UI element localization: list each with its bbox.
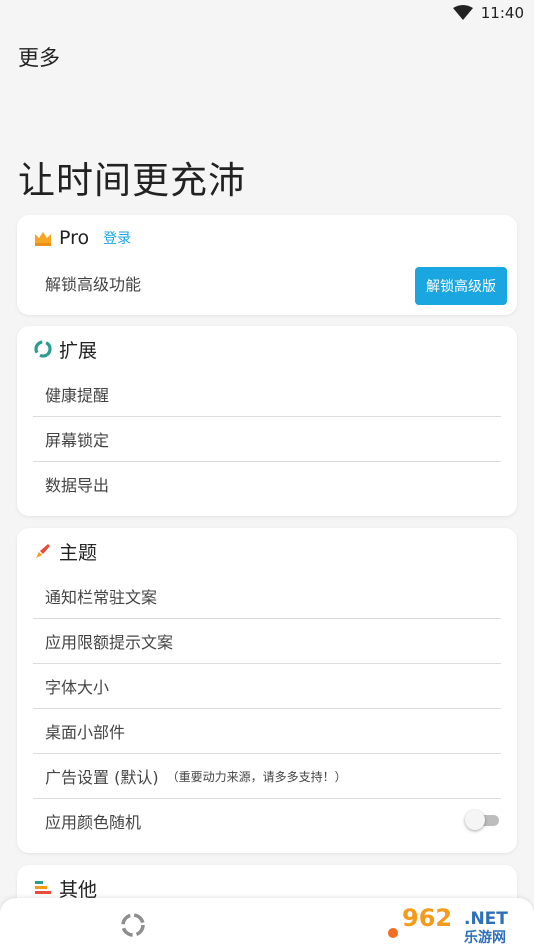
app-bar-title: 更多 <box>18 46 60 70</box>
list-item-label: 通知栏常驻文案 <box>45 588 158 607</box>
watermark-subtitle: 乐游网 <box>464 929 506 946</box>
list-item-random-color: 应用颜色随机 <box>33 799 501 843</box>
crown-icon <box>35 232 51 246</box>
nav-indicator-dot <box>388 928 398 938</box>
theme-title: 主题 <box>59 541 98 564</box>
headline: 让时间更充沛 <box>18 159 246 202</box>
pro-card: Pro 登录 解锁高级功能 解锁高级版 <box>17 215 517 315</box>
list-item-screen-lock[interactable]: 屏幕锁定 <box>33 417 501 462</box>
status-time: 11:40 <box>480 4 524 22</box>
list-item-limit-text[interactable]: 应用限额提示文案 <box>33 619 501 664</box>
watermark-logo: 962 .NET 乐游网 <box>398 902 530 946</box>
status-right: 11:40 <box>452 4 524 22</box>
extend-card: 扩展 健康提醒 屏幕锁定 数据导出 <box>17 326 517 516</box>
list-icon <box>35 881 51 894</box>
ring-icon <box>34 340 52 358</box>
extend-card-header: 扩展 <box>17 326 517 372</box>
random-color-toggle[interactable] <box>465 810 501 830</box>
list-item-label: 桌面小部件 <box>45 723 126 742</box>
list-item-label: 应用颜色随机 <box>45 813 142 832</box>
list-item-label: 健康提醒 <box>45 386 110 405</box>
pro-card-header: Pro 登录 <box>17 215 517 261</box>
pro-title: Pro <box>59 227 90 249</box>
status-bar: 11:40 <box>0 0 534 28</box>
watermark-suffix: .NET <box>464 909 508 929</box>
ad-note: （重要动力来源，请多多支持！） <box>166 769 347 784</box>
list-item-label: 屏幕锁定 <box>45 431 110 450</box>
list-item-health-reminder[interactable]: 健康提醒 <box>33 372 501 417</box>
list-item-font-size[interactable]: 字体大小 <box>33 664 501 709</box>
brush-icon <box>36 544 50 558</box>
theme-card: 主题 通知栏常驻文案 应用限额提示文案 字体大小 桌面小部件 广告设置 (默认)… <box>17 528 517 853</box>
toggle-knob <box>465 810 485 830</box>
unlock-pro-button[interactable]: 解锁高级版 <box>415 267 507 305</box>
list-item-data-export[interactable]: 数据导出 <box>33 462 501 506</box>
list-item-notification-text[interactable]: 通知栏常驻文案 <box>33 574 501 619</box>
extend-title: 扩展 <box>59 339 98 362</box>
list-item-label: 应用限额提示文案 <box>45 633 174 652</box>
watermark-brand: 962 <box>402 904 452 932</box>
login-link[interactable]: 登录 <box>103 228 131 248</box>
unlock-row: 解锁高级功能 解锁高级版 <box>33 261 507 305</box>
unlock-row-label: 解锁高级功能 <box>45 275 142 294</box>
theme-card-header: 主题 <box>17 528 517 574</box>
list-item-label: 数据导出 <box>45 476 110 495</box>
list-item-ad-settings[interactable]: 广告设置 (默认) （重要动力来源，请多多支持！） <box>33 754 501 799</box>
wifi-icon <box>452 5 473 20</box>
list-item-label: 字体大小 <box>45 678 110 697</box>
loading-ring-icon[interactable] <box>120 912 146 938</box>
list-item-label: 广告设置 (默认) <box>45 768 159 787</box>
list-item-desktop-widget[interactable]: 桌面小部件 <box>33 709 501 754</box>
